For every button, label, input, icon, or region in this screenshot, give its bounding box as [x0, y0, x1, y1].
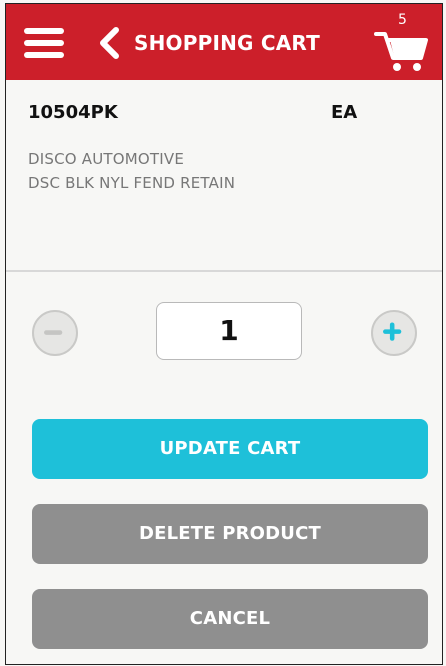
quantity-input[interactable]: 1: [156, 302, 302, 360]
app-header: SHOPPING CART 5: [6, 4, 442, 80]
product-brand: DISCO AUTOMOTIVE: [28, 150, 185, 168]
product-unit-of-measure: EA: [331, 102, 358, 123]
plus-icon[interactable]: [371, 310, 417, 356]
delete-product-button[interactable]: DELETE PRODUCT: [32, 504, 428, 564]
page-title: SHOPPING CART: [134, 31, 320, 55]
divider: [6, 270, 442, 272]
product-info: 10504PK EA DISCO AUTOMOTIVE DSC BLK NYL …: [6, 80, 442, 270]
hamburger-menu-icon[interactable]: [24, 28, 64, 58]
shopping-cart-icon[interactable]: [372, 24, 430, 74]
app-screen: SHOPPING CART 5 10504PK EA DISCO AUTOMOT…: [5, 3, 443, 665]
update-cart-button[interactable]: UPDATE CART: [32, 419, 428, 479]
product-description: DSC BLK NYL FEND RETAIN: [28, 174, 236, 192]
cancel-button[interactable]: CANCEL: [32, 589, 428, 649]
chevron-left-icon[interactable]: [94, 26, 124, 60]
minus-icon[interactable]: [32, 310, 78, 356]
product-sku: 10504PK: [28, 102, 118, 123]
